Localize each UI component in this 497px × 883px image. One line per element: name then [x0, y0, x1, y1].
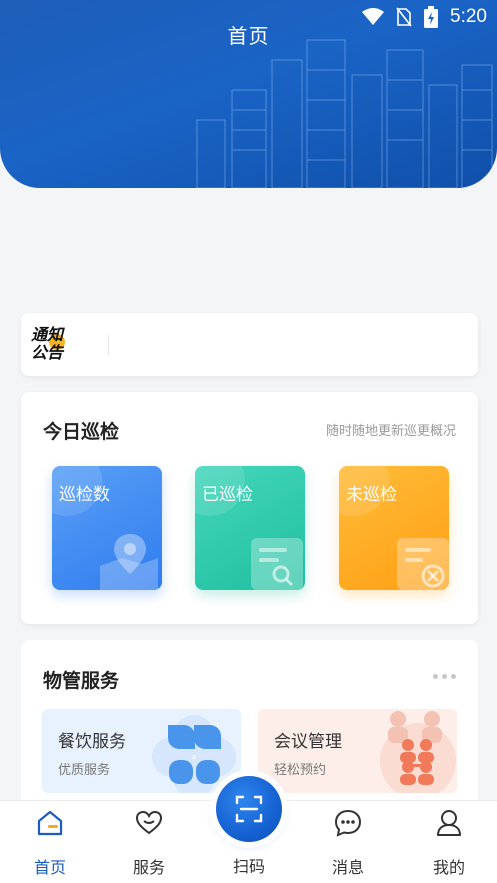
service-tile-title: 会议管理	[274, 732, 342, 752]
service-tile-meeting[interactable]: 会议管理 轻松预约	[258, 709, 457, 793]
patrol-tile-label: 未巡检	[346, 485, 397, 505]
document-search-icon	[251, 538, 303, 590]
notice-divider	[108, 335, 109, 355]
nav-item-services[interactable]: 服务	[114, 801, 184, 883]
page-title: 首页	[227, 24, 270, 48]
more-dots-icon[interactable]	[433, 674, 456, 679]
nav-item-home[interactable]: 首页	[15, 801, 85, 883]
nav-label: 首页	[33, 858, 66, 877]
nav-label: 我的	[432, 858, 465, 877]
patrol-tile-label: 已巡检	[202, 485, 253, 505]
patrol-card: 今日巡检 随时随地更新巡更概况 巡检数 已巡检 未巡检	[21, 392, 478, 624]
service-tile-catering[interactable]: 餐饮服务 优质服务	[42, 709, 241, 793]
document-cancel-icon	[397, 538, 449, 590]
scan-icon	[235, 795, 263, 823]
scan-label: 扫码	[232, 857, 265, 876]
nav-label: 服务	[132, 858, 165, 877]
notice-logo: 通知 公告	[31, 326, 79, 366]
service-tile-title: 餐饮服务	[58, 732, 126, 752]
patrol-title: 今日巡检	[43, 421, 120, 443]
notice-logo-line1: 通知	[31, 325, 64, 344]
chat-bubble-icon	[334, 809, 362, 837]
scan-button[interactable]	[216, 776, 282, 842]
patrol-tile-total[interactable]: 巡检数	[52, 466, 162, 590]
patrol-tile-label: 巡检数	[59, 485, 110, 505]
heart-icon	[135, 810, 163, 835]
services-title: 物管服务	[43, 670, 120, 692]
patrol-tile-pending[interactable]: 未巡检	[339, 466, 449, 590]
map-pin-icon	[100, 534, 158, 590]
city-skyline-illustration	[196, 39, 493, 188]
meeting-people-icon	[380, 711, 456, 793]
patrol-tile-done[interactable]: 已巡检	[195, 466, 305, 590]
notice-logo-line2: 公告	[31, 343, 64, 362]
notice-bar[interactable]: 通知 公告	[21, 313, 478, 376]
patrol-subtitle: 随时随地更新巡更概况	[325, 424, 456, 439]
nav-label: 消息	[331, 858, 364, 877]
nav-item-messages[interactable]: 消息	[313, 801, 383, 883]
header-banner: 5:20 首页	[0, 0, 497, 188]
home-icon	[37, 810, 63, 836]
service-tile-subtitle: 优质服务	[58, 763, 111, 778]
user-icon	[437, 810, 461, 836]
nav-item-profile[interactable]: 我的	[414, 801, 484, 883]
